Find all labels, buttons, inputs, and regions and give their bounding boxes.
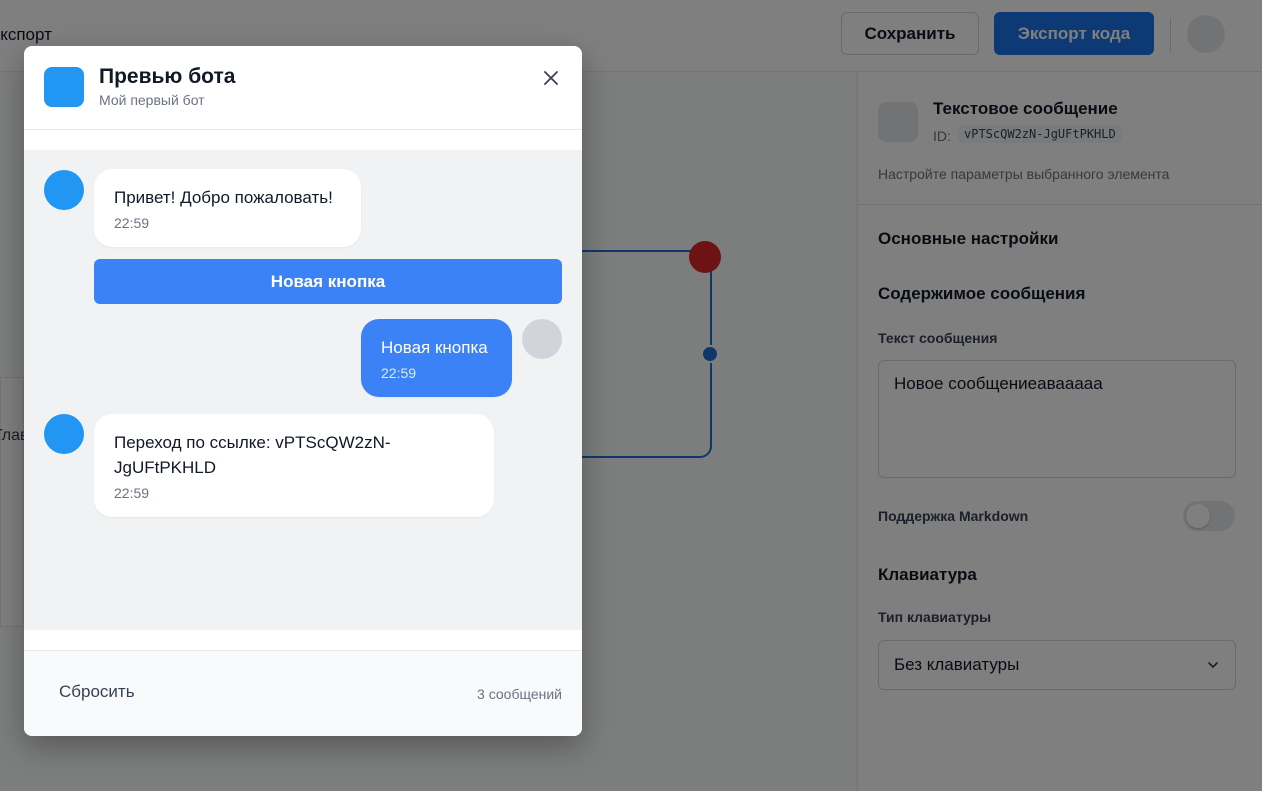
- message-text: Переход по ссылке: vPTScQW2zN-JgUFtPKHLD: [114, 433, 391, 477]
- message-count: 3 сообщений: [477, 686, 562, 702]
- bot-logo: [44, 67, 84, 107]
- chat-area: Привет! Добро пожаловать! 22:59 Новая кн…: [24, 150, 582, 630]
- modal-header: Превью бота Мой первый бот: [24, 46, 582, 130]
- modal-title: Превью бота: [99, 65, 236, 88]
- message-text: Новая кнопка: [381, 338, 488, 357]
- reset-button[interactable]: Сбросить: [44, 676, 150, 708]
- message-time: 22:59: [114, 485, 150, 501]
- message-time: 22:59: [114, 215, 150, 231]
- bot-avatar: [44, 170, 84, 210]
- modal-subtitle: Мой первый бот: [99, 92, 205, 108]
- message-text: Привет! Добро пожаловать!: [114, 188, 333, 207]
- user-chat-avatar: [522, 319, 562, 359]
- inline-keyboard-button[interactable]: Новая кнопка: [94, 259, 562, 304]
- chat-message-user: Новая кнопка 22:59: [361, 319, 512, 397]
- bot-avatar: [44, 414, 84, 454]
- chat-message-bot: Привет! Добро пожаловать! 22:59: [94, 169, 361, 247]
- close-icon: [544, 71, 558, 85]
- close-button[interactable]: [537, 64, 565, 92]
- chat-message-bot: Переход по ссылке: vPTScQW2zN-JgUFtPKHLD…: [94, 414, 494, 517]
- modal-footer: Сбросить 3 сообщений: [24, 650, 582, 736]
- message-time: 22:59: [381, 365, 417, 381]
- bot-preview-modal: Превью бота Мой первый бот Привет! Добро…: [24, 46, 582, 736]
